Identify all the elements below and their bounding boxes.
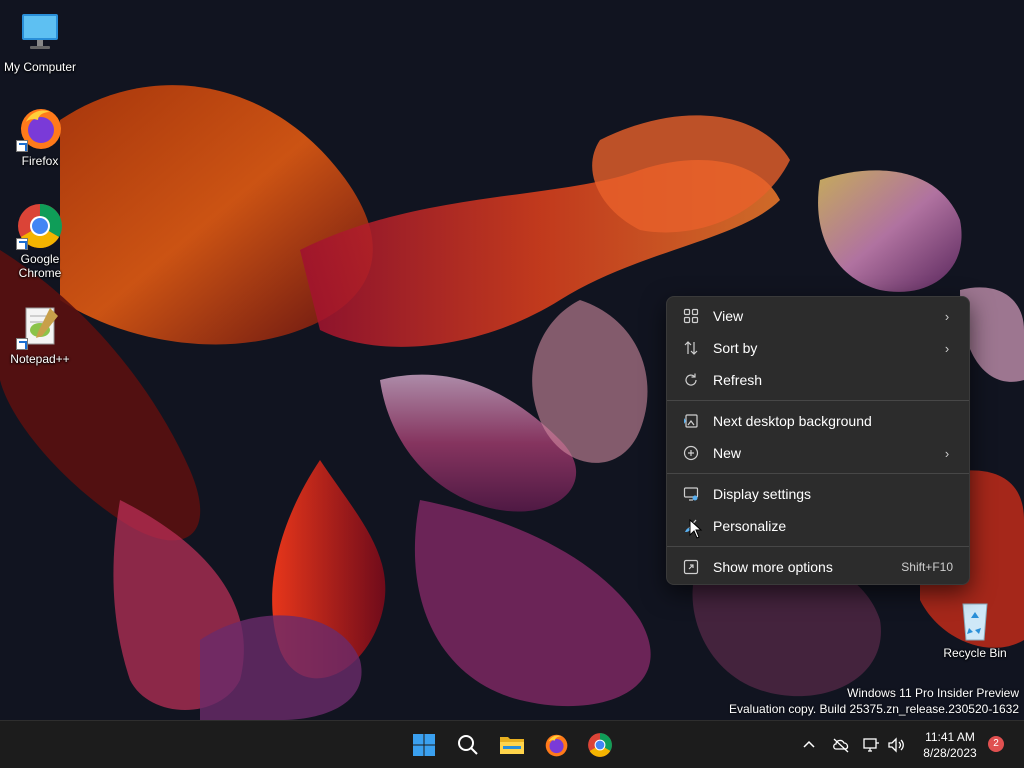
chevron-up-icon bbox=[803, 740, 815, 748]
menu-item-label: View bbox=[713, 308, 744, 324]
chevron-right-icon: › bbox=[944, 445, 950, 461]
start-button[interactable] bbox=[408, 729, 440, 761]
system-clock[interactable]: 11:41 AM 8/28/2023 bbox=[918, 729, 982, 761]
desktop-icon-label: Firefox bbox=[21, 154, 59, 168]
menu-item-label: Next desktop background bbox=[713, 413, 872, 429]
menu-item-label: Personalize bbox=[713, 518, 787, 534]
chrome-icon bbox=[588, 733, 612, 757]
menu-separator bbox=[667, 546, 969, 547]
onedrive-status-button[interactable] bbox=[831, 735, 851, 755]
menu-item-next-desktop-background[interactable]: Next desktop background bbox=[671, 405, 965, 437]
menu-item-personalize[interactable]: Personalize bbox=[671, 510, 965, 542]
file-explorer-button[interactable] bbox=[496, 729, 528, 761]
network-icon bbox=[863, 738, 879, 752]
search-icon bbox=[458, 735, 478, 755]
next-background-icon bbox=[681, 411, 701, 431]
more-options-icon bbox=[681, 557, 701, 577]
evaluation-watermark: Windows 11 Pro Insider Preview Evaluatio… bbox=[729, 685, 1019, 717]
firefox-taskbar-button[interactable] bbox=[540, 729, 572, 761]
search-button[interactable] bbox=[452, 729, 484, 761]
watermark-line2: Evaluation copy. Build 25375.zn_release.… bbox=[729, 702, 1019, 716]
desktop-icon-firefox[interactable]: Firefox bbox=[2, 104, 78, 168]
desktop-icon-chrome[interactable]: Google Chrome bbox=[2, 202, 78, 280]
chrome-taskbar-button[interactable] bbox=[584, 729, 616, 761]
menu-separator bbox=[667, 400, 969, 401]
desktop-icon-recycle-bin[interactable]: Recycle Bin bbox=[937, 596, 1013, 660]
menu-item-refresh[interactable]: Refresh bbox=[671, 364, 965, 396]
desktop-icon-my-computer[interactable]: My Computer bbox=[2, 10, 78, 74]
notification-badge[interactable]: 2 bbox=[988, 736, 1004, 752]
desktop-icon-label: Recycle Bin bbox=[943, 646, 1007, 660]
menu-item-label: New bbox=[713, 445, 742, 461]
grid-icon bbox=[681, 306, 701, 326]
menu-item-view[interactable]: View › bbox=[671, 300, 965, 332]
taskbar: 11:41 AM 8/28/2023 bbox=[0, 720, 1024, 768]
clock-date: 8/28/2023 bbox=[923, 746, 977, 760]
watermark-line1: Windows 11 Pro Insider Preview bbox=[847, 686, 1019, 700]
menu-item-new[interactable]: New › bbox=[671, 437, 965, 469]
plus-circle-icon bbox=[681, 443, 701, 463]
menu-item-show-more-options[interactable]: Show more options Shift+F10 bbox=[671, 551, 965, 583]
notepadpp-icon bbox=[16, 302, 64, 350]
start-icon bbox=[413, 734, 435, 756]
desktop-icon-label: Google Chrome bbox=[18, 252, 62, 280]
shortcut-arrow-icon bbox=[16, 140, 28, 152]
clock-time: 11:41 AM bbox=[925, 730, 975, 744]
display-settings-icon bbox=[681, 484, 701, 504]
desktop-icon-label: Notepad++ bbox=[10, 352, 70, 366]
cloud-off-icon bbox=[833, 738, 849, 753]
menu-item-label: Refresh bbox=[713, 372, 763, 388]
menu-item-display-settings[interactable]: Display settings bbox=[671, 478, 965, 510]
firefox-icon bbox=[545, 734, 568, 757]
menu-item-label: Display settings bbox=[713, 486, 812, 502]
chevron-right-icon: › bbox=[944, 308, 950, 324]
file-explorer-icon bbox=[500, 737, 524, 754]
monitor-icon bbox=[16, 10, 64, 58]
speaker-icon bbox=[888, 737, 904, 753]
show-hidden-icons-button[interactable] bbox=[799, 735, 819, 755]
shortcut-arrow-icon bbox=[16, 338, 28, 350]
recycle-bin-icon bbox=[951, 596, 999, 644]
network-button[interactable] bbox=[861, 735, 881, 755]
firefox-icon bbox=[16, 104, 64, 152]
desktop-context-menu: View › Sort by › Refresh Next desktop ba… bbox=[666, 296, 970, 585]
refresh-icon bbox=[681, 370, 701, 390]
menu-item-label: Show more options bbox=[713, 559, 833, 575]
shortcut-arrow-icon bbox=[16, 238, 28, 250]
desktop-icon-notepadpp[interactable]: Notepad++ bbox=[2, 302, 78, 366]
chevron-right-icon: › bbox=[944, 340, 950, 356]
menu-item-sort-by[interactable]: Sort by › bbox=[671, 332, 965, 364]
sort-icon bbox=[681, 338, 701, 358]
volume-button[interactable] bbox=[886, 735, 906, 755]
desktop-icon-label: My Computer bbox=[3, 60, 77, 74]
menu-separator bbox=[667, 473, 969, 474]
mouse-cursor-icon bbox=[689, 519, 703, 539]
chrome-icon bbox=[16, 202, 64, 250]
menu-item-label: Sort by bbox=[713, 340, 758, 356]
menu-item-shortcut: Shift+F10 bbox=[901, 560, 953, 574]
